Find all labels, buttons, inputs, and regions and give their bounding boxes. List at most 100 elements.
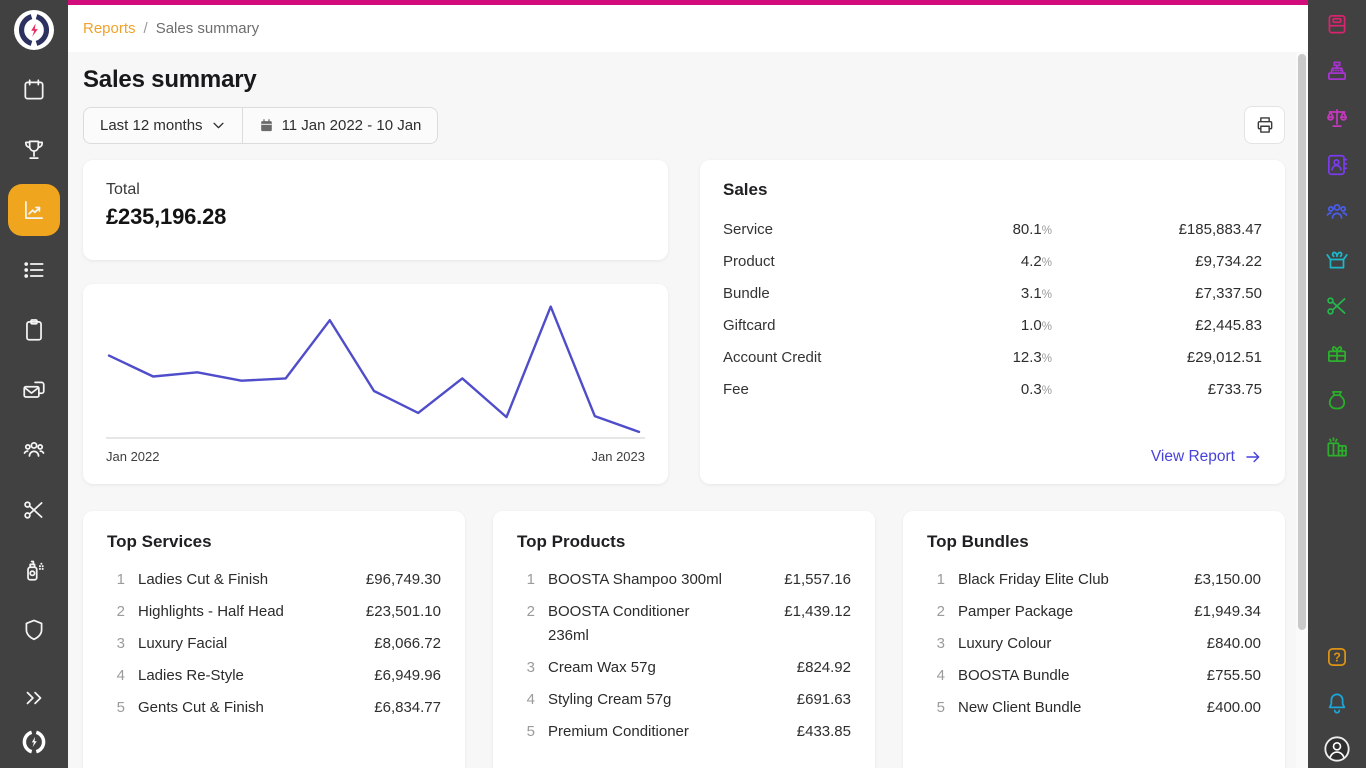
breadcrumb-current: Sales summary <box>156 20 259 37</box>
rail-item-cash-box[interactable] <box>1323 10 1351 38</box>
analytics-icon <box>21 197 47 223</box>
sales-row-percent: 80.1% <box>912 221 1052 238</box>
item-amount: £400.00 <box>1207 696 1261 720</box>
breadcrumb-reports-link[interactable]: Reports <box>83 20 136 37</box>
sidebar-item-spray-bottle[interactable] <box>8 544 60 596</box>
till-icon <box>1324 58 1350 84</box>
rail-item-gift[interactable] <box>1323 339 1351 367</box>
avatar-icon <box>1323 732 1351 766</box>
content: Sales summary Last 12 months 11 Jan 2022… <box>68 52 1308 768</box>
left-sidebar-nav <box>8 64 60 656</box>
item-amount: £840.00 <box>1207 632 1261 656</box>
item-name: BOOSTA Bundle <box>958 664 1069 688</box>
sales-row-percent: 0.3% <box>912 381 1052 398</box>
item-name: Ladies Re-Style <box>138 664 244 688</box>
calendar-icon <box>21 77 47 103</box>
trophy-icon <box>21 137 47 163</box>
item-amount: £23,501.10 <box>366 600 441 624</box>
calendar-solid-icon <box>259 118 274 133</box>
rail-item-packages[interactable] <box>1323 433 1351 461</box>
top-list-card-top-bundles: Top Bundles1Black Friday Elite Club£3,15… <box>903 511 1285 768</box>
chart-axis-labels: Jan 2022 Jan 2023 <box>106 449 645 464</box>
sales-card-title: Sales <box>723 180 1262 200</box>
bell-icon <box>1324 690 1350 716</box>
range-select-label: Last 12 months <box>100 117 203 134</box>
sidebar-footer-chevrons-right[interactable] <box>8 678 60 718</box>
date-range-button[interactable]: 11 Jan 2022 - 10 Jan <box>242 108 438 143</box>
sidebar-item-trophy[interactable] <box>8 124 60 176</box>
list-item: 1Ladies Cut & Finish£96,749.30 <box>107 564 441 596</box>
summary-left-column: Total £235,196.28 Jan 2022 Jan 2023 <box>83 160 668 484</box>
rail-item-clients[interactable] <box>1323 198 1351 226</box>
right-sidebar: ? <box>1308 0 1366 768</box>
rail-item-scales[interactable] <box>1323 104 1351 132</box>
rail-item-open-gift[interactable] <box>1323 245 1351 273</box>
item-rank: 1 <box>517 568 535 592</box>
contact-book-icon <box>1324 152 1350 178</box>
item-rank: 2 <box>517 600 535 624</box>
top-list-rows: 1Ladies Cut & Finish£96,749.302Highlight… <box>107 564 441 724</box>
vertical-scrollbar[interactable] <box>1296 52 1308 768</box>
right-sidebar-nav <box>1323 10 1351 461</box>
range-select-button[interactable]: Last 12 months <box>84 108 242 143</box>
rail-item-contact-book[interactable] <box>1323 151 1351 179</box>
sales-row-amount: £7,337.50 <box>1052 285 1262 302</box>
rail-item-money-bag[interactable] <box>1323 386 1351 414</box>
item-amount: £6,834.77 <box>374 696 441 720</box>
sidebar-item-mail[interactable] <box>8 364 60 416</box>
top-list-title: Top Bundles <box>927 532 1261 552</box>
sidebar-item-list[interactable] <box>8 244 60 296</box>
sales-row-label: Bundle <box>723 285 912 302</box>
breadcrumb: Reports / Sales summary <box>83 20 259 37</box>
sales-row: Giftcard1.0%£2,445.83 <box>723 309 1262 341</box>
item-rank: 3 <box>927 632 945 656</box>
clipboard-icon <box>21 317 47 343</box>
rail-item-scissors[interactable] <box>1323 292 1351 320</box>
sidebar-item-shield[interactable] <box>8 604 60 656</box>
list-item: 2BOOSTA Conditioner 236ml£1,439.12 <box>517 596 851 652</box>
item-name: Luxury Colour <box>958 632 1051 656</box>
sales-row-label: Fee <box>723 381 912 398</box>
sales-row-amount: £29,012.51 <box>1052 349 1262 366</box>
item-name: Highlights - Half Head <box>138 600 284 624</box>
sidebar-item-team[interactable] <box>8 424 60 476</box>
list-item: 1BOOSTA Shampoo 300ml£1,557.16 <box>517 564 851 596</box>
printer-icon <box>1255 115 1275 135</box>
rail-item-help[interactable]: ? <box>1323 643 1351 671</box>
sales-row: Bundle3.1%£7,337.50 <box>723 277 1262 309</box>
top-list-title: Top Products <box>517 532 851 552</box>
item-amount: £1,557.16 <box>784 568 851 592</box>
item-amount: £824.92 <box>797 656 851 680</box>
item-name: New Client Bundle <box>958 696 1081 720</box>
date-range-label: 11 Jan 2022 - 10 Jan <box>282 117 422 134</box>
rail-item-avatar[interactable] <box>1323 735 1351 763</box>
sidebar-item-calendar[interactable] <box>8 64 60 116</box>
item-rank: 3 <box>107 632 125 656</box>
item-amount: £1,439.12 <box>784 600 851 624</box>
print-button[interactable] <box>1244 106 1285 144</box>
item-name: Styling Cream 57g <box>548 688 671 712</box>
item-name: Premium Conditioner <box>548 720 689 744</box>
sales-row-percent: 3.1% <box>912 285 1052 302</box>
sidebar-item-analytics[interactable] <box>8 184 60 236</box>
scrollbar-thumb[interactable] <box>1298 54 1306 630</box>
sales-row-percent: 1.0% <box>912 317 1052 334</box>
item-amount: £433.85 <box>797 720 851 744</box>
chevrons-right-icon <box>21 685 47 711</box>
sales-row: Account Credit12.3%£29,012.51 <box>723 341 1262 373</box>
sidebar-item-scissors[interactable] <box>8 484 60 536</box>
item-name: Ladies Cut & Finish <box>138 568 268 592</box>
cash-box-icon <box>1324 11 1350 37</box>
sidebar-item-clipboard[interactable] <box>8 304 60 356</box>
item-amount: £755.50 <box>1207 664 1261 688</box>
x-axis-label-start: Jan 2022 <box>106 449 160 464</box>
view-report-link[interactable]: View Report <box>1151 448 1262 466</box>
app-root: Reports / Sales summary Sales summary La… <box>0 0 1366 768</box>
brand-logo-icon[interactable] <box>12 8 56 52</box>
rail-item-bell[interactable] <box>1323 689 1351 717</box>
top-list-rows: 1BOOSTA Shampoo 300ml£1,557.162BOOSTA Co… <box>517 564 851 748</box>
sidebar-footer-brand-logo-outline[interactable] <box>8 722 60 762</box>
chevron-down-icon <box>211 118 226 133</box>
top-list-card-top-products: Top Products 1BOOSTA Shampoo 300ml£1,557.… <box>493 511 875 768</box>
rail-item-till[interactable] <box>1323 57 1351 85</box>
